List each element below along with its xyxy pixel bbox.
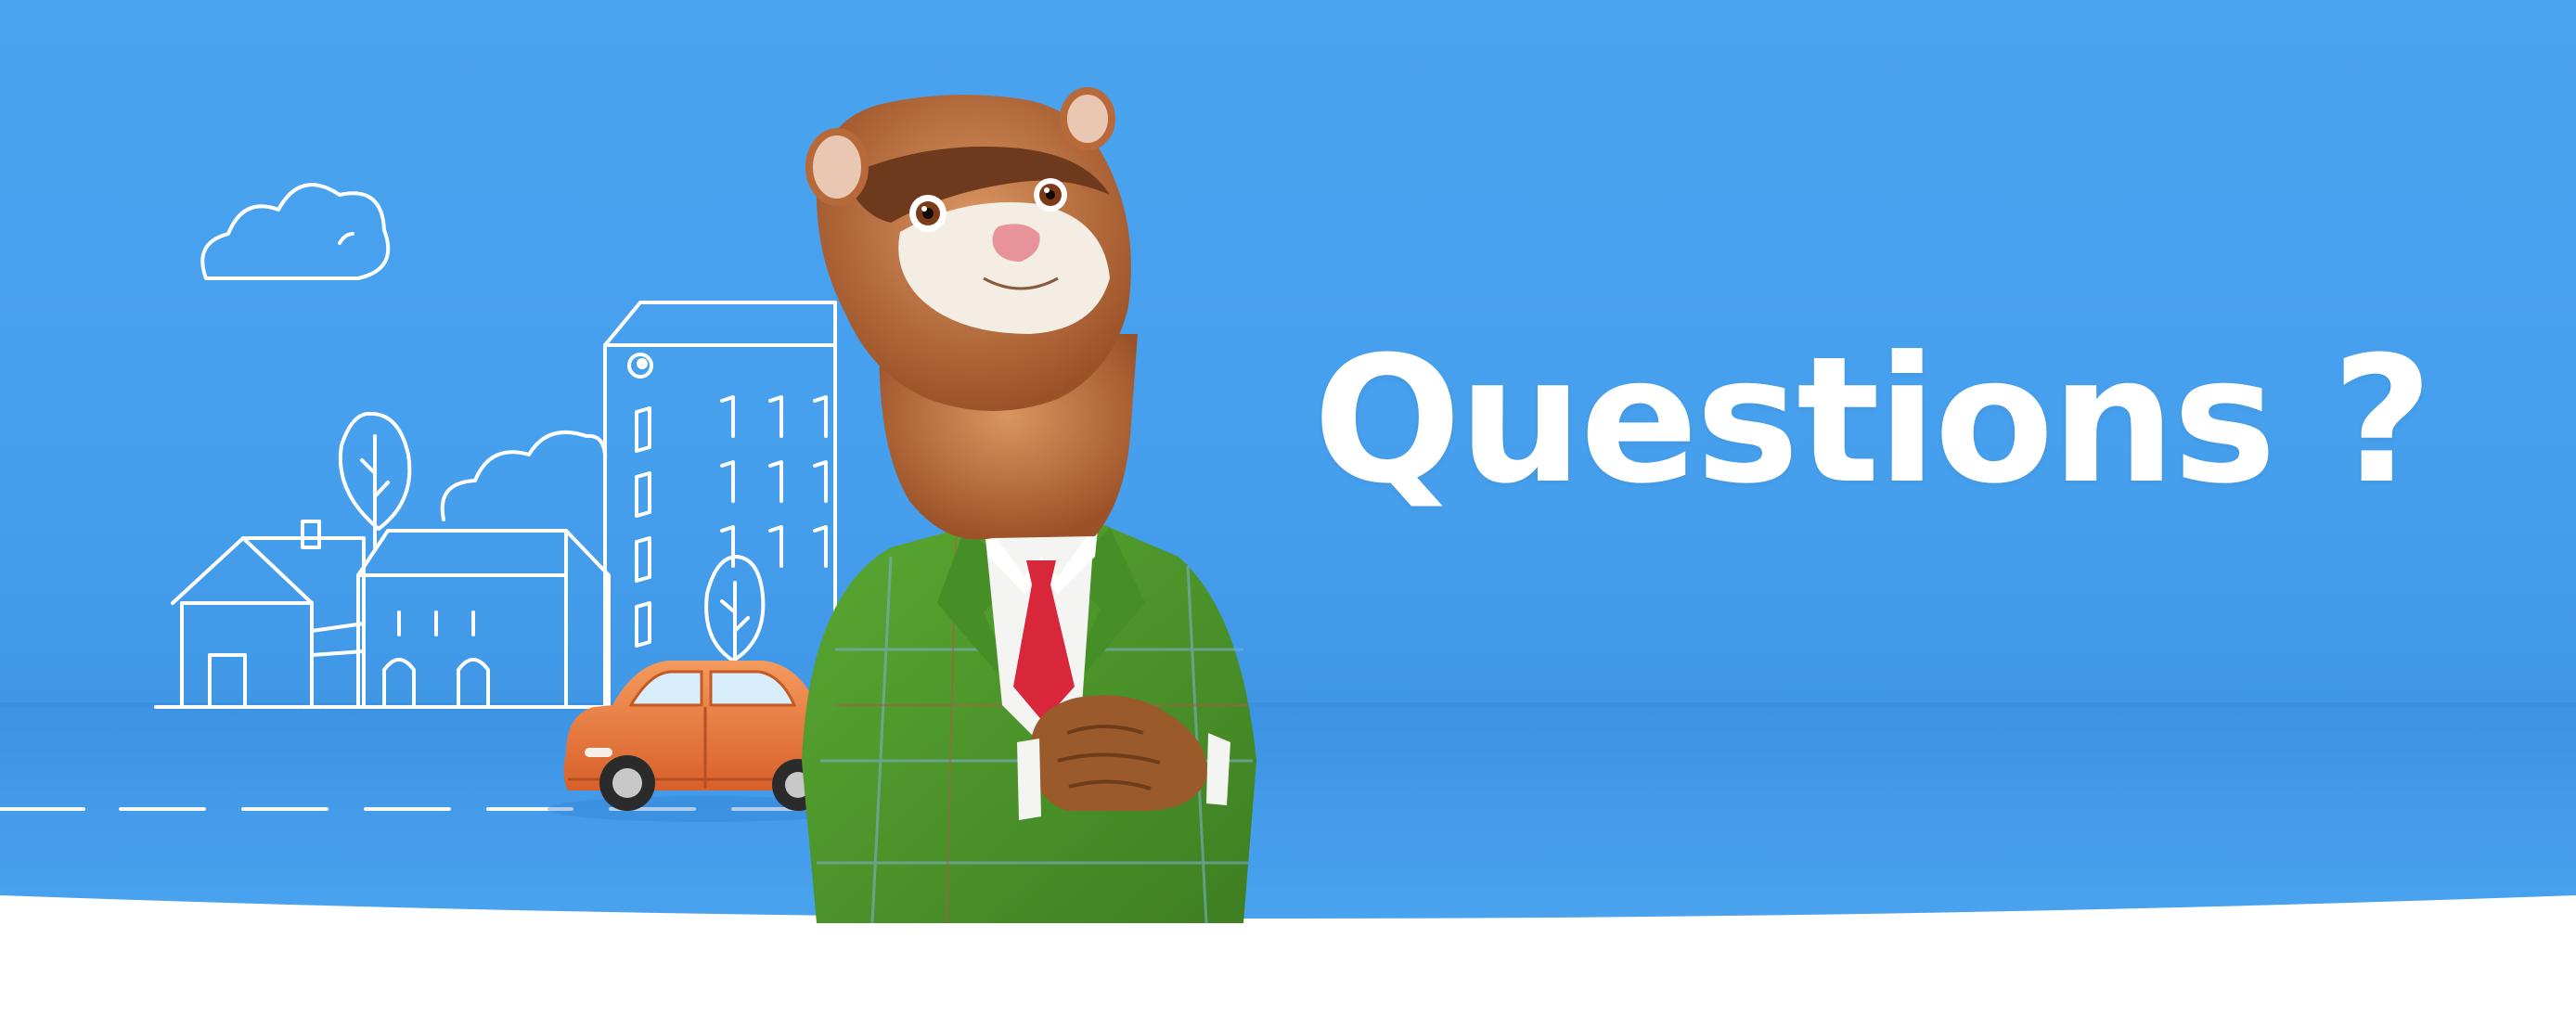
ground-band xyxy=(0,705,2576,919)
hero-banner: Questions ? xyxy=(0,0,2576,1015)
page-title: Questions ? xyxy=(1313,319,2433,522)
